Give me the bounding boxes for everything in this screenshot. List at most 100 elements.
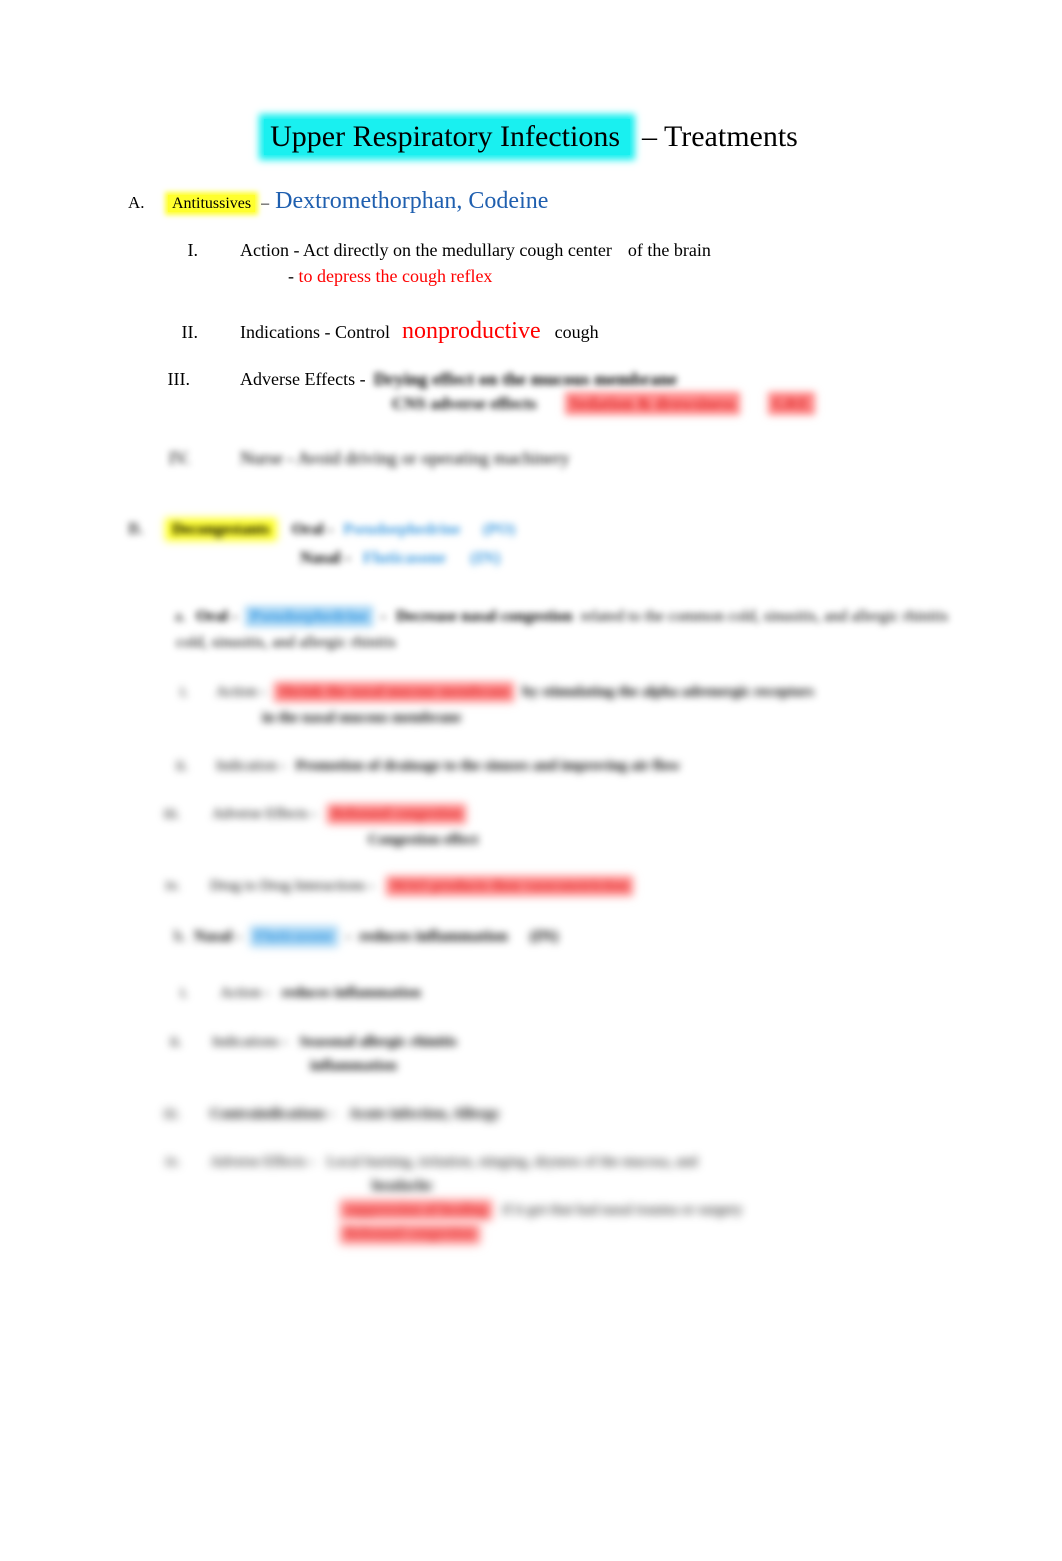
item-b-b-bold-text: reduces inflammation [359, 928, 508, 945]
item-a-ii-marker: II. [181, 322, 199, 342]
item-b-a: a. Oral - Pseudoephedrine - Decrease nasal c… [140, 608, 948, 626]
item-b-b-iv-red-row-b: Rebound congestion [342, 1226, 478, 1243]
item-b-a-ii-label: Indication - [216, 758, 286, 774]
item-b-b-dash: - [345, 928, 352, 945]
item-b-b-ii-label: Indications - [212, 1034, 288, 1050]
item-b-b-iv-sub: headache [372, 1178, 432, 1195]
item-b-b-ii: ii. Indications - Seasonal allergic rhinit… [142, 1034, 457, 1051]
item-a-iv-text: Nurse - Avoid driving or operating machi… [240, 448, 570, 468]
item-b-b-route-tag: (IN) [529, 928, 559, 945]
item-b-b-drug: Fluticasone [251, 928, 336, 945]
item-a-i-text: Action - Act directly on the medullary c… [240, 240, 612, 260]
section-a-label: Antitussives [168, 195, 256, 212]
item-b-b-ii-sub-text: inflammation [310, 1058, 397, 1074]
item-b-a-iii-red-text: Rebound congestion [328, 806, 465, 822]
section-b-nasal-drug: Fluticasone [362, 548, 446, 567]
item-b-b-iv-sub-text: headache [372, 1178, 432, 1194]
section-b-marker: B. [128, 519, 144, 538]
item-a-iii: III. Adverse Effects - Drying effect on th… [134, 369, 678, 390]
item-a-iii-marker: III. [167, 369, 190, 389]
section-b-heading: B. Decongestants Oral - Pseudoephedrine (PO) [128, 518, 515, 540]
item-a-i-sub: - to depress the cough reflex [288, 266, 492, 287]
item-b-b-iv-marker: iv. [165, 1154, 180, 1170]
item-b-b-i-bold-text: reduces inflammation [281, 985, 421, 1001]
section-b-nasal-line: Nasal - Fluticasone (IN) [300, 548, 500, 568]
item-b-a-i: i. Action - Shrink the nasal mucous membra… [148, 684, 814, 701]
item-b-b-iii: iii. Contraindications - Acute infection, … [140, 1106, 500, 1123]
item-b-a-ii-marker: ii. [175, 758, 188, 774]
item-b-b-iv: iv. Adverse Effects - Local burning, irrit… [140, 1154, 698, 1171]
document-page: Upper Respiratory Infections – Treatments… [0, 0, 1062, 1561]
item-a-iii-blurred-line2: CNS adverse effects Sedation & drowsines… [392, 394, 813, 414]
item-a-i-sub-red: to depress the cough reflex [298, 266, 493, 286]
item-a-iii-blurred-b: CNS adverse effects [392, 394, 537, 413]
item-b-b-ii-sub: inflammation [310, 1058, 397, 1075]
section-b-nasal-route: (IN) [470, 548, 501, 567]
item-b-a-iv-label: Drug to Drug Interactions - [210, 878, 375, 894]
item-b-a-iii-label: Adverse Effects - [212, 806, 317, 822]
item-b-a-iii-sub: Congestion effect [368, 832, 478, 849]
section-b-oral-label: Oral - [291, 521, 334, 538]
item-a-iv: IV. Nurse - Avoid driving or operating ma… [134, 448, 570, 469]
item-b-a-tail: related to the common cold, sinusitis, a… [580, 608, 949, 625]
section-a-marker: A. [128, 193, 145, 212]
item-b-a-i-red-text: Shrink the nasal mucous membrane [275, 684, 513, 700]
item-b-a-i-marker: i. [180, 684, 188, 700]
item-b-b-route: Nasal - [194, 928, 242, 945]
section-b-nasal-label: Nasal - [300, 548, 351, 567]
item-b-b-i-marker: i. [180, 985, 188, 1001]
item-a-iii-text: Adverse Effects - [240, 369, 366, 389]
item-b-a-i-tail: in the nasal mucous membrane [262, 710, 462, 726]
item-a-i-sub-dash: - [288, 266, 294, 286]
item-b-a-dash: - [380, 608, 386, 625]
item-a-ii-tail: cough [554, 322, 599, 342]
item-b-a-route: Oral - [196, 608, 238, 625]
item-b-b-iv-red-text-b: Rebound congestion [342, 1226, 478, 1242]
item-b-b-iv-red-text: suppression of healing [342, 1202, 491, 1218]
item-b-a-iv-red-text: MAO products then vasoconstriction [388, 878, 631, 894]
item-b-a-ii-bold-text: Promotion of drainage to the sinuses and… [295, 758, 681, 774]
item-b-a-iii: iii. Adverse Effects - Rebound congestion [140, 806, 465, 823]
title-highlighted-text: Upper Respiratory Infections [264, 119, 631, 155]
item-a-ii: II. Indications - Control nonproductive cou… [142, 318, 599, 346]
section-a-drugs: Dextromethorphan, Codeine [275, 188, 549, 214]
item-b-a-tail-wrap: cold, sinusitis, and allergic rhinitis [176, 634, 396, 652]
section-a-dash: – [261, 195, 270, 212]
item-b-b-i: i. Action - reduces inflammation [148, 985, 421, 1002]
item-a-iii-blurred-red-b: GRE [769, 394, 813, 413]
item-b-b-marker: b. [174, 928, 186, 945]
item-b-a-drug: Pseudoephedrine [247, 608, 371, 625]
item-a-iii-blurred-red-a: Sedation & drowsiness [566, 394, 738, 413]
item-b-a-tail-continued: cold, sinusitis, and allergic rhinitis [176, 634, 397, 651]
section-a-heading: A. Antitussives – Dextromethorphan, Codeine [128, 188, 548, 216]
item-a-iv-marker: IV. [168, 448, 190, 468]
item-b-b-ii-bold-text: Seasonal allergic rhinitis [299, 1034, 457, 1050]
title-tail-text: – Treatments [642, 120, 798, 153]
item-b-a-iii-marker: iii. [163, 806, 180, 822]
item-a-i-marker: I. [187, 240, 199, 260]
item-a-i-tail: of the brain [627, 240, 711, 260]
item-a-i: I. Action - Act directly on the medullary… [142, 240, 711, 261]
item-a-ii-text: Indications - Control [240, 322, 390, 342]
item-b-a-iv: iv. Drug to Drug Interactions - MAO produc… [140, 878, 631, 895]
item-b-b-iv-label: Adverse Effects - [210, 1154, 315, 1170]
item-b-b-iv-red-row: suppression of healing if it got that had… [342, 1202, 743, 1219]
item-b-a-i-text: by stimulating the alpha adrenergic rece… [522, 684, 814, 700]
item-b-b-iv-tail: if it got that had nasal trauma or surge… [502, 1202, 743, 1218]
item-b-b-iii-label: Contraindications - [210, 1106, 335, 1122]
item-b-b-i-label: Action - [220, 985, 270, 1001]
item-b-a-marker: a. [174, 608, 186, 625]
item-b-b-ii-marker: ii. [169, 1034, 182, 1050]
section-b-label: Decongestants [168, 521, 274, 538]
item-b-a-iv-marker: iv. [165, 878, 180, 894]
section-b-oral-route: (PO) [482, 521, 516, 538]
item-a-ii-emphasis: nonproductive [401, 318, 541, 344]
item-b-a-iii-sub-text: Congestion effect [368, 832, 479, 848]
item-a-iii-blurred-a: Drying effect on the mucous membrane [373, 369, 678, 389]
item-b-a-i-label: Action - [216, 684, 266, 700]
item-b-a-bold-text: Decrease nasal congestion [396, 608, 573, 625]
item-b-b: b. Nasal - Fluticasone - reduces inflammatio… [140, 928, 558, 946]
item-b-a-i-tail-row: in the nasal mucous membrane [262, 710, 461, 727]
item-b-a-ii: ii. Indication - Promotion of drainage to … [148, 758, 680, 775]
page-title: Upper Respiratory Infections – Treatments [0, 119, 1062, 155]
